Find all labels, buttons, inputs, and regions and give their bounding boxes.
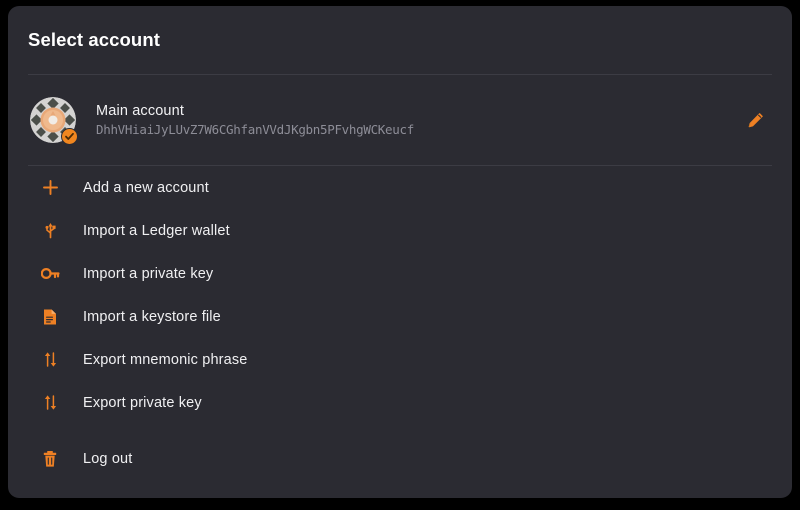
check-circle-icon — [61, 128, 78, 145]
plus-icon — [37, 179, 63, 196]
transfer-arrows-icon — [37, 394, 63, 411]
transfer-arrows-icon — [37, 351, 63, 368]
select-account-card: Select account Main account DhhVHiaiJyLU… — [8, 6, 792, 498]
menu-item-import-ledger[interactable]: Import a Ledger wallet — [8, 209, 792, 252]
avatar — [30, 97, 78, 145]
menu-item-import-keystore[interactable]: Import a keystore file — [8, 295, 792, 338]
account-name: Main account — [96, 103, 185, 119]
menu-item-label: Import a keystore file — [83, 308, 221, 325]
account-row-main[interactable]: Main account DhhVHiaiJyLUvZ7W6CGhfanVVdJ… — [8, 75, 792, 165]
menu-item-label: Import a private key — [83, 265, 214, 282]
pencil-icon — [748, 112, 763, 127]
document-icon — [37, 308, 63, 326]
trash-icon — [37, 450, 63, 468]
app-screen: Select account Main account DhhVHiaiJyLU… — [0, 0, 800, 510]
menu-item-export-private-key[interactable]: Export private key — [8, 381, 792, 424]
menu-item-add-account[interactable]: Add a new account — [8, 166, 792, 209]
menu-item-label: Export mnemonic phrase — [83, 351, 248, 368]
account-actions-menu: Add a new account Import a Ledger wallet — [8, 166, 792, 480]
menu-item-label: Import a Ledger wallet — [83, 222, 230, 239]
page-title: Select account — [28, 29, 160, 50]
key-icon — [37, 265, 63, 282]
menu-item-label: Log out — [83, 450, 133, 467]
menu-item-log-out[interactable]: Log out — [8, 437, 792, 480]
menu-item-import-private-key[interactable]: Import a private key — [8, 252, 792, 295]
menu-item-label: Add a new account — [83, 179, 209, 196]
menu-item-export-mnemonic[interactable]: Export mnemonic phrase — [8, 338, 792, 381]
usb-icon — [37, 222, 63, 239]
menu-item-label: Export private key — [83, 394, 202, 411]
edit-account-button[interactable] — [738, 103, 772, 137]
card-header: Select account — [8, 6, 792, 74]
account-address: DhhVHiaiJyLUvZ7W6CGhfanVVdJKgbn5PFvhgWCK… — [96, 122, 414, 137]
account-texts: Main account DhhVHiaiJyLUvZ7W6CGhfanVVdJ… — [96, 103, 414, 137]
